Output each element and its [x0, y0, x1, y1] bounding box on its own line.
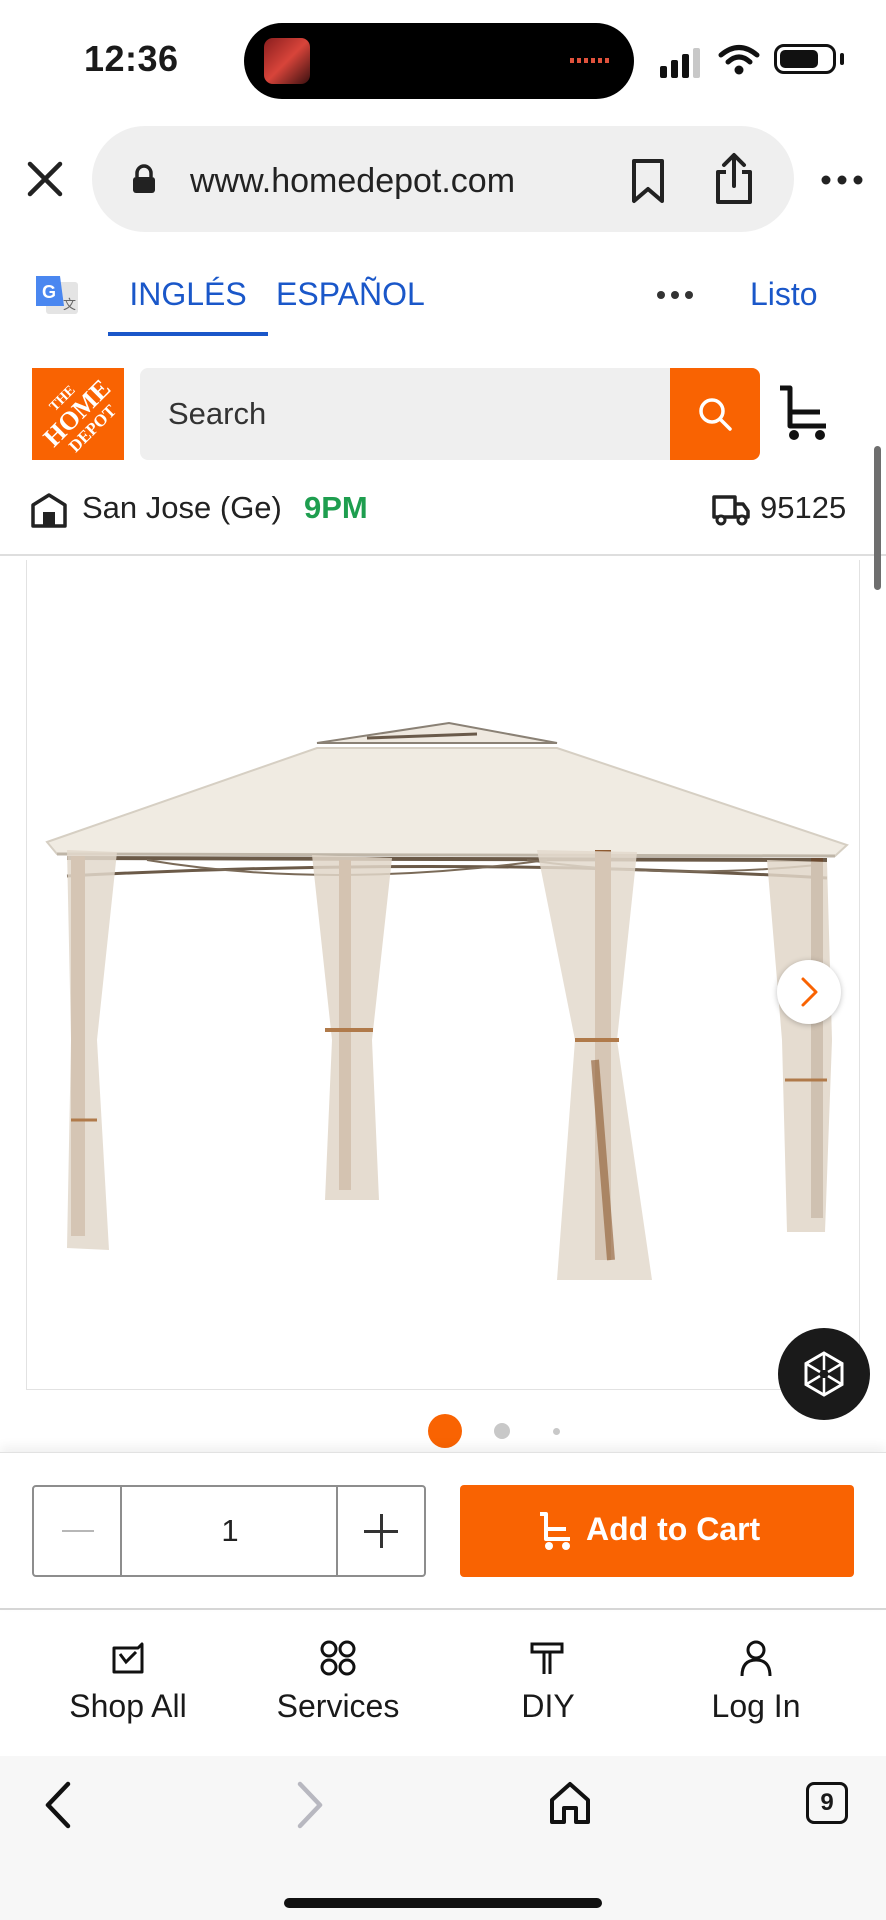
add-to-cart-button[interactable]: Add to Cart: [460, 1485, 854, 1577]
nav-services[interactable]: Services: [238, 1638, 438, 1738]
browser-toolbar: 9: [0, 1756, 886, 1920]
store-closing-time: 9PM: [304, 490, 368, 525]
services-icon: [320, 1640, 356, 1676]
cart-icon: [540, 1512, 570, 1550]
home-icon[interactable]: [548, 1780, 592, 1826]
search-input[interactable]: Search: [140, 368, 670, 460]
chevron-right-icon: [801, 977, 818, 1007]
carousel-dot[interactable]: [553, 1428, 560, 1435]
battery-icon: [774, 44, 836, 74]
aperture-icon: [804, 1351, 844, 1397]
address-bar[interactable]: www.homedepot.com: [92, 126, 794, 232]
nav-shop-all[interactable]: Shop All: [28, 1638, 228, 1738]
translate-more-icon[interactable]: [656, 290, 694, 300]
back-icon[interactable]: [42, 1780, 72, 1830]
delivery-truck-icon: [712, 495, 750, 526]
bookmark-icon[interactable]: [628, 158, 668, 204]
quantity-stepper: 1: [32, 1485, 426, 1577]
google-translate-icon: G 文: [36, 276, 78, 314]
add-to-cart-label: Add to Cart: [586, 1511, 761, 1547]
audio-waveform-icon: [570, 58, 612, 63]
dynamic-island[interactable]: [244, 23, 634, 99]
carousel-pagination: [0, 1414, 886, 1448]
product-image: [45, 721, 849, 1280]
shop-all-icon: [112, 1642, 144, 1674]
site-header: THE HOME DEPOT Search: [0, 360, 886, 470]
forward-icon[interactable]: [296, 1780, 326, 1830]
status-bar: 12:36: [0, 0, 886, 118]
lock-icon: [133, 164, 155, 193]
search-placeholder: Search: [168, 396, 267, 431]
more-options-icon[interactable]: [820, 174, 864, 186]
wifi-icon: [718, 45, 760, 75]
nav-label: Services: [276, 1688, 400, 1724]
cart-icon[interactable]: [776, 384, 832, 442]
carousel-next-button[interactable]: [777, 960, 841, 1024]
nav-label: DIY: [521, 1688, 575, 1724]
now-playing-artwork-icon: [264, 38, 310, 84]
status-time: 12:36: [84, 38, 179, 79]
tabs-button[interactable]: 9: [806, 1782, 848, 1824]
carousel-dot[interactable]: [494, 1423, 510, 1439]
delivery-zip[interactable]: 95125: [760, 490, 846, 526]
svg-text:G: G: [42, 282, 56, 302]
bottom-nav: Shop All Services DIY Log In: [0, 1612, 886, 1754]
nav-label: Shop All: [69, 1688, 187, 1724]
nav-label: Log In: [711, 1688, 801, 1724]
quantity-input[interactable]: 1: [124, 1487, 336, 1575]
home-indicator[interactable]: [284, 1898, 602, 1908]
nav-diy[interactable]: DIY: [448, 1638, 648, 1738]
tab-english[interactable]: INGLÉS: [108, 252, 268, 336]
diy-hammer-icon: [530, 1642, 564, 1674]
search-icon: [699, 398, 732, 431]
browser-address-row: www.homedepot.com: [0, 118, 886, 242]
purchase-bar: 1 Add to Cart: [0, 1452, 886, 1610]
scrollbar[interactable]: [874, 446, 881, 590]
quantity-increase-button[interactable]: [336, 1487, 424, 1575]
store-icon: [31, 493, 67, 528]
nav-log-in[interactable]: Log In: [656, 1638, 856, 1738]
search-button[interactable]: [670, 368, 760, 460]
quantity-decrease-button[interactable]: [34, 1487, 122, 1575]
close-icon[interactable]: [22, 156, 68, 202]
translate-done-button[interactable]: Listo: [750, 252, 818, 336]
url-text[interactable]: www.homedepot.com: [190, 162, 515, 201]
product-image-carousel[interactable]: [26, 560, 860, 1390]
tab-spanish[interactable]: ESPAÑOL: [276, 252, 425, 336]
translate-bar: G 文 INGLÉS ESPAÑOL Listo: [0, 252, 886, 340]
store-info-row[interactable]: San Jose (Ge) 9PM 95125: [0, 480, 886, 556]
ar-view-button[interactable]: [778, 1328, 870, 1420]
user-icon: [740, 1640, 772, 1677]
store-name[interactable]: San Jose (Ge): [82, 490, 282, 526]
home-depot-logo[interactable]: THE HOME DEPOT: [32, 368, 124, 460]
share-icon[interactable]: [712, 152, 756, 206]
carousel-dot-active[interactable]: [428, 1414, 462, 1448]
cellular-signal-icon: [660, 48, 700, 78]
svg-text:文: 文: [63, 298, 76, 313]
